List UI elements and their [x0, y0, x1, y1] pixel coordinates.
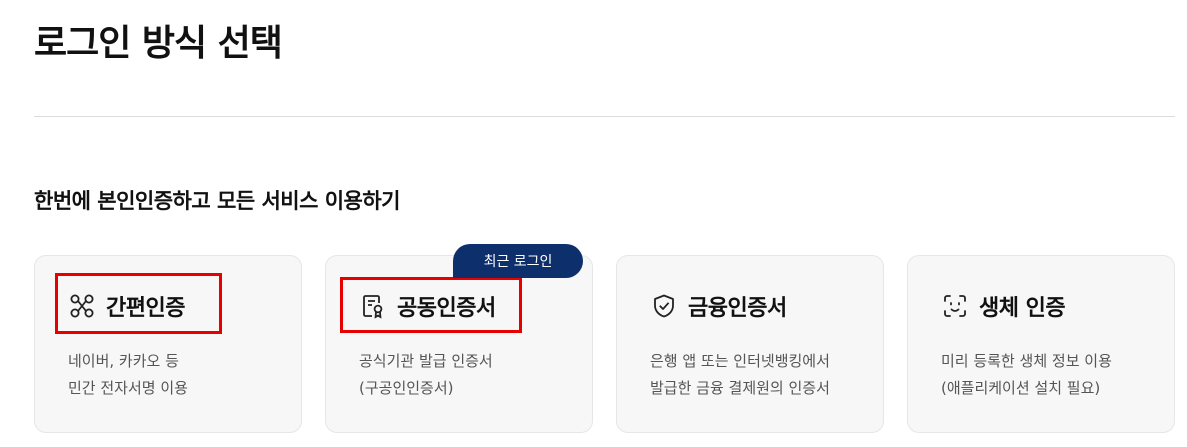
card-desc-line: 공식기관 발급 인증서 [359, 352, 493, 370]
recent-login-badge: 최근 로그인 [453, 244, 583, 278]
card-desc-line: 발급한 금융 결제원의 인증서 [650, 379, 830, 397]
login-method-cards: 간편인증 네이버, 카카오 등 민간 전자서명 이용 공동인증서 공식기관 발급… [34, 255, 1175, 433]
certificate-document-icon [359, 292, 387, 320]
card-description: 공식기관 발급 인증서 (구공인인증서) [359, 348, 493, 402]
card-desc-line: 은행 앱 또는 인터넷뱅킹에서 [650, 352, 830, 370]
divider [34, 116, 1175, 117]
card-header: 간편인증 [68, 290, 185, 322]
card-biometric-auth[interactable]: 생체 인증 미리 등록한 생체 정보 이용 (애플리케이션 설치 필요) [907, 255, 1175, 433]
card-desc-line: 미리 등록한 생체 정보 이용 [941, 352, 1112, 370]
card-joint-certificate[interactable]: 공동인증서 공식기관 발급 인증서 (구공인인증서) [325, 255, 593, 433]
card-simple-auth[interactable]: 간편인증 네이버, 카카오 등 민간 전자서명 이용 [34, 255, 302, 433]
page-title: 로그인 방식 선택 [34, 23, 283, 64]
card-title: 금융인증서 [688, 296, 787, 321]
card-header: 공동인증서 [359, 290, 496, 322]
share-nodes-icon [68, 292, 96, 320]
card-header: 금융인증서 [650, 290, 787, 322]
card-desc-line: 민간 전자서명 이용 [68, 379, 188, 397]
card-description: 은행 앱 또는 인터넷뱅킹에서 발급한 금융 결제원의 인증서 [650, 348, 830, 402]
card-title: 생체 인증 [979, 296, 1066, 321]
card-header: 생체 인증 [941, 290, 1066, 322]
card-desc-line: 네이버, 카카오 등 [68, 352, 179, 370]
section-title: 한번에 본인인증하고 모든 서비스 이용하기 [34, 189, 401, 213]
card-title: 간편인증 [106, 296, 185, 321]
card-desc-line: (애플리케이션 설치 필요) [941, 379, 1101, 397]
face-scan-icon [941, 292, 969, 320]
shield-check-icon [650, 292, 678, 320]
card-description: 네이버, 카카오 등 민간 전자서명 이용 [68, 348, 188, 402]
card-title: 공동인증서 [397, 296, 496, 321]
card-financial-certificate[interactable]: 금융인증서 은행 앱 또는 인터넷뱅킹에서 발급한 금융 결제원의 인증서 [616, 255, 884, 433]
card-desc-line: (구공인인증서) [359, 379, 454, 397]
card-description: 미리 등록한 생체 정보 이용 (애플리케이션 설치 필요) [941, 348, 1112, 402]
